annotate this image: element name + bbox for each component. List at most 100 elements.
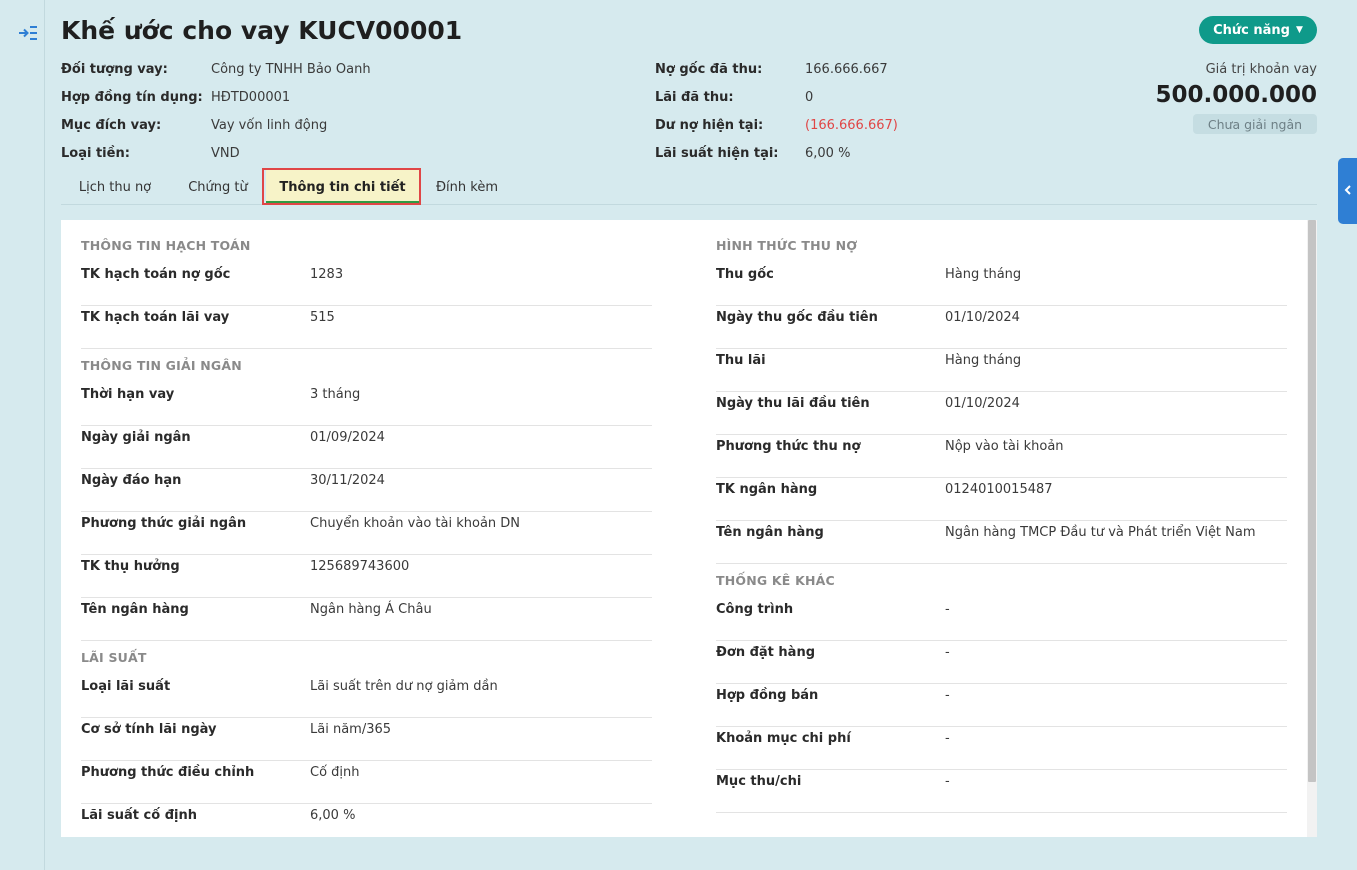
summary-label: Lãi suất hiện tại: <box>655 146 779 161</box>
detail-label: TK thụ hưởng <box>81 559 180 574</box>
summary-label: Lãi đã thu: <box>655 90 734 105</box>
detail-panel: THÔNG TIN HẠCH TOÁN TK hạch toán nợ gốc … <box>61 220 1317 837</box>
detail-value: Hàng tháng <box>945 267 1022 282</box>
summary-value: 0 <box>805 90 814 105</box>
detail-row: Mục thu/chi - <box>716 770 1287 813</box>
summary-value: 166.666.667 <box>805 62 888 77</box>
detail-label: Phương thức giải ngân <box>81 516 247 531</box>
summary-label: Đối tượng vay: <box>61 62 168 77</box>
summary-label: Mục đích vay: <box>61 118 162 133</box>
detail-label: TK ngân hàng <box>716 482 818 497</box>
detail-label: TK hạch toán nợ gốc <box>81 267 231 282</box>
detail-row: Loại lãi suất Lãi suất trên dư nợ giảm d… <box>81 675 652 718</box>
detail-value: 01/10/2024 <box>945 396 1020 411</box>
detail-row: Cơ sở tính lãi ngày Lãi năm/365 <box>81 718 652 761</box>
detail-row: Đơn đặt hàng - <box>716 641 1287 684</box>
detail-value: 3 tháng <box>310 387 361 402</box>
section-title-disbursement: THÔNG TIN GIẢI NGÂN <box>81 358 242 373</box>
detail-row: TK hạch toán nợ gốc 1283 <box>81 263 652 306</box>
detail-label: Loại lãi suất <box>81 679 171 694</box>
summary-label: Hợp đồng tín dụng: <box>61 90 203 105</box>
section-title-accounting: THÔNG TIN HẠCH TOÁN <box>81 238 251 253</box>
detail-value: - <box>945 731 950 746</box>
tab-vouchers[interactable]: Chứng từ <box>173 170 263 204</box>
summary-label: Loại tiền: <box>61 146 130 161</box>
detail-row: Ngày thu lãi đầu tiên 01/10/2024 <box>716 392 1287 435</box>
detail-value: Lãi năm/365 <box>310 722 392 737</box>
detail-label: Tên ngân hàng <box>81 602 189 617</box>
side-panel-toggle[interactable] <box>1338 158 1357 224</box>
loan-value-caption: Giá trị khoản vay <box>1205 62 1317 77</box>
detail-value: 0124010015487 <box>945 482 1053 497</box>
detail-label: Ngày thu gốc đầu tiên <box>716 310 878 325</box>
detail-label: Cơ sở tính lãi ngày <box>81 722 217 737</box>
detail-row: Thu gốc Hàng tháng <box>716 263 1287 306</box>
left-rail <box>0 0 45 870</box>
summary-label: Nợ gốc đã thu: <box>655 62 763 77</box>
detail-value: - <box>945 774 950 789</box>
scrollbar[interactable] <box>1307 220 1317 837</box>
summary-value: 6,00 % <box>805 146 851 161</box>
detail-label: Mục thu/chi <box>716 774 802 789</box>
detail-row: Ngày thu gốc đầu tiên 01/10/2024 <box>716 306 1287 349</box>
tab-bar: Lịch thu nợ Chứng từ Thông tin chi tiết … <box>61 170 1317 205</box>
section-title-interest: LÃI SUẤT <box>81 650 147 665</box>
tab-detail-info[interactable]: Thông tin chi tiết <box>266 170 419 204</box>
detail-value: Ngân hàng Á Châu <box>310 602 432 617</box>
chevron-left-icon <box>1344 184 1352 198</box>
summary-label: Dư nợ hiện tại: <box>655 118 764 133</box>
detail-value: Lãi suất trên dư nợ giảm dần <box>310 679 498 694</box>
detail-row: TK thụ hưởng 125689743600 <box>81 555 652 598</box>
detail-label: Công trình <box>716 602 794 617</box>
function-button-label: Chức năng <box>1213 22 1290 38</box>
summary-value: Công ty TNHH Bảo Oanh <box>211 62 371 77</box>
detail-row: Thu lãi Hàng tháng <box>716 349 1287 392</box>
detail-value: 125689743600 <box>310 559 410 574</box>
detail-value: 1283 <box>310 267 344 282</box>
detail-label: Thời hạn vay <box>81 387 175 402</box>
detail-row: Ngày đáo hạn 30/11/2024 <box>81 469 652 512</box>
detail-value: Cố định <box>310 765 360 780</box>
scrollbar-thumb[interactable] <box>1308 220 1316 782</box>
detail-value: 30/11/2024 <box>310 473 385 488</box>
detail-label: Ngày giải ngân <box>81 430 191 445</box>
detail-row: Hợp đồng bán - <box>716 684 1287 727</box>
section-title-other: THỐNG KÊ KHÁC <box>716 573 835 588</box>
detail-value: 01/10/2024 <box>945 310 1020 325</box>
detail-label: Tên ngân hàng <box>716 525 824 540</box>
detail-row: Lãi suất cố định 6,00 % <box>81 804 652 837</box>
detail-label: Phương thức thu nợ <box>716 439 861 454</box>
detail-value: 01/09/2024 <box>310 430 385 445</box>
function-button[interactable]: Chức năng ▼ <box>1199 16 1317 44</box>
detail-row: Phương thức thu nợ Nộp vào tài khoản <box>716 435 1287 478</box>
summary-value: Vay vốn linh động <box>211 118 328 133</box>
detail-value: Ngân hàng TMCP Đầu tư và Phát triển Việt… <box>945 525 1256 540</box>
detail-label: Phương thức điều chỉnh <box>81 765 255 780</box>
detail-row: Phương thức điều chỉnh Cố định <box>81 761 652 804</box>
page-title: Khế ước cho vay KUCV00001 <box>61 16 463 45</box>
expand-menu-icon[interactable] <box>18 24 40 42</box>
detail-label: Lãi suất cố định <box>81 808 197 823</box>
detail-label: Ngày thu lãi đầu tiên <box>716 396 870 411</box>
loan-value-amount: 500.000.000 <box>1155 82 1317 108</box>
detail-value: Chuyển khoản vào tài khoản DN <box>310 516 521 531</box>
summary-value: VND <box>211 146 240 161</box>
tab-repayment-schedule[interactable]: Lịch thu nợ <box>69 170 161 204</box>
tab-attachments[interactable]: Đính kèm <box>427 170 507 204</box>
detail-row: Tên ngân hàng Ngân hàng TMCP Đầu tư và P… <box>716 521 1287 564</box>
detail-row: Công trình - <box>716 598 1287 641</box>
summary-value-negative: (166.666.667) <box>805 118 898 133</box>
detail-row: TK ngân hàng 0124010015487 <box>716 478 1287 521</box>
summary-value: HĐTD00001 <box>211 90 291 105</box>
detail-value: - <box>945 688 950 703</box>
status-badge: Chưa giải ngân <box>1193 114 1317 134</box>
detail-row: Ngày giải ngân 01/09/2024 <box>81 426 652 469</box>
caret-down-icon: ▼ <box>1295 25 1303 35</box>
detail-label: Hợp đồng bán <box>716 688 819 703</box>
detail-label: Đơn đặt hàng <box>716 645 816 660</box>
detail-row: Tên ngân hàng Ngân hàng Á Châu <box>81 598 652 641</box>
detail-label: Thu lãi <box>716 353 766 368</box>
detail-label: Khoản mục chi phí <box>716 731 851 746</box>
detail-row: TK hạch toán lãi vay 515 <box>81 306 652 349</box>
detail-value: 515 <box>310 310 335 325</box>
